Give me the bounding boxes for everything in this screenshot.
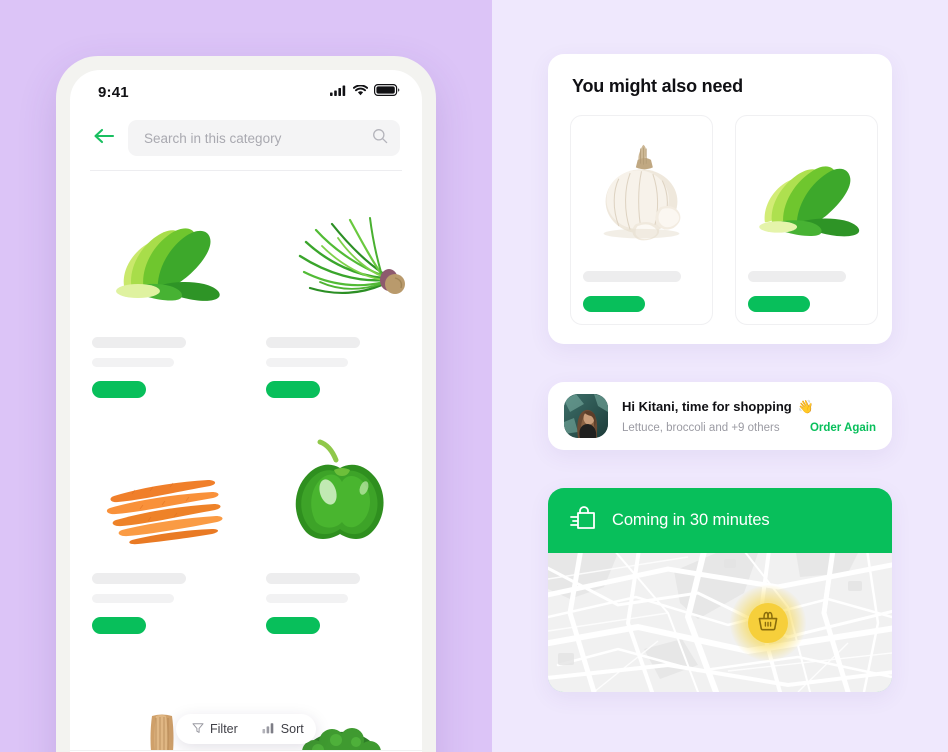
product-grid	[70, 171, 422, 752]
product-meta-placeholder	[92, 358, 174, 367]
right-pane: You might also need Hi Kitani, time for …	[492, 0, 948, 752]
cellular-signal-icon	[330, 83, 347, 101]
phone-frame: 9:41 Search in this category Filter Sort	[56, 56, 436, 752]
product-meta-placeholder	[92, 594, 174, 603]
sort-label: Sort	[280, 722, 304, 736]
product-name-placeholder	[266, 573, 360, 584]
green-bell-pepper-image	[266, 421, 416, 559]
avatar	[564, 394, 608, 438]
delivery-bag-icon	[570, 504, 598, 537]
suggestion-card[interactable]	[735, 115, 878, 325]
product-card[interactable]	[266, 421, 416, 651]
suggestions-title: You might also need	[572, 76, 743, 96]
add-to-cart-button[interactable]	[748, 295, 810, 312]
search-box[interactable]	[128, 120, 400, 156]
carrots-image	[92, 421, 242, 559]
product-name-placeholder	[92, 573, 186, 584]
greeting-title-row: Hi Kitani, time for shopping 👋	[622, 399, 876, 415]
delivery-title: Coming in 30 minutes	[612, 511, 770, 529]
product-name-placeholder	[266, 337, 360, 348]
greeting-sub-row: Lettuce, broccoli and +9 others Order Ag…	[622, 422, 876, 434]
greeting-body: Hi Kitani, time for shopping 👋 Lettuce, …	[622, 399, 876, 434]
bar-chart-icon	[262, 722, 275, 737]
filter-button[interactable]: Filter	[180, 722, 250, 737]
search-header	[70, 114, 422, 170]
suggestion-name-placeholder	[748, 271, 846, 282]
product-card[interactable]	[92, 421, 242, 651]
product-meta-placeholder	[266, 358, 348, 367]
garlic-image	[581, 130, 702, 253]
bok-choy-image	[746, 130, 867, 253]
back-button[interactable]	[92, 126, 116, 150]
add-to-cart-button[interactable]	[266, 617, 320, 634]
arrow-left-icon	[93, 128, 115, 149]
app-root: 9:41 Search in this category Filter Sort…	[0, 0, 948, 752]
greeting-title: Hi Kitani, time for shopping	[622, 399, 792, 414]
waving-hand-icon: 👋	[797, 398, 814, 414]
funnel-icon	[192, 722, 204, 737]
shopping-basket-icon	[756, 609, 780, 638]
battery-icon	[374, 83, 400, 101]
wifi-icon	[352, 83, 369, 101]
greeting-subtitle: Lettuce, broccoli and +9 others	[622, 421, 780, 434]
add-to-cart-button[interactable]	[266, 381, 320, 398]
product-card[interactable]	[266, 185, 416, 415]
delivery-card[interactable]: Coming in 30 minutes	[548, 488, 892, 692]
search-icon[interactable]	[372, 128, 388, 149]
product-card[interactable]	[92, 185, 242, 415]
suggestions-grid	[548, 97, 892, 325]
order-again-link[interactable]: Order Again	[810, 422, 876, 434]
sort-button[interactable]: Sort	[250, 722, 316, 737]
delivery-header: Coming in 30 minutes	[548, 488, 892, 553]
status-bar: 9:41	[70, 70, 422, 114]
map-marker[interactable]	[748, 603, 788, 643]
filter-label: Filter	[210, 722, 238, 736]
add-to-cart-button[interactable]	[92, 381, 146, 398]
delivery-map[interactable]	[548, 553, 892, 692]
add-to-cart-button[interactable]	[92, 617, 146, 634]
bok-choy-image	[92, 185, 242, 323]
suggestion-card[interactable]	[570, 115, 713, 325]
product-name-placeholder	[92, 337, 186, 348]
filter-sort-toolbar: Filter Sort	[176, 714, 316, 744]
green-onions-image	[266, 185, 416, 323]
phone-screen: 9:41 Search in this category Filter Sort	[70, 70, 422, 752]
add-to-cart-button[interactable]	[583, 295, 645, 312]
suggestion-name-placeholder	[583, 271, 681, 282]
search-input[interactable]	[144, 130, 364, 146]
greeting-card[interactable]: Hi Kitani, time for shopping 👋 Lettuce, …	[548, 382, 892, 450]
status-time: 9:41	[98, 83, 129, 101]
left-pane: 9:41 Search in this category Filter Sort	[0, 0, 492, 752]
status-icons	[330, 83, 400, 101]
product-meta-placeholder	[266, 594, 348, 603]
suggestions-card: You might also need	[548, 54, 892, 344]
